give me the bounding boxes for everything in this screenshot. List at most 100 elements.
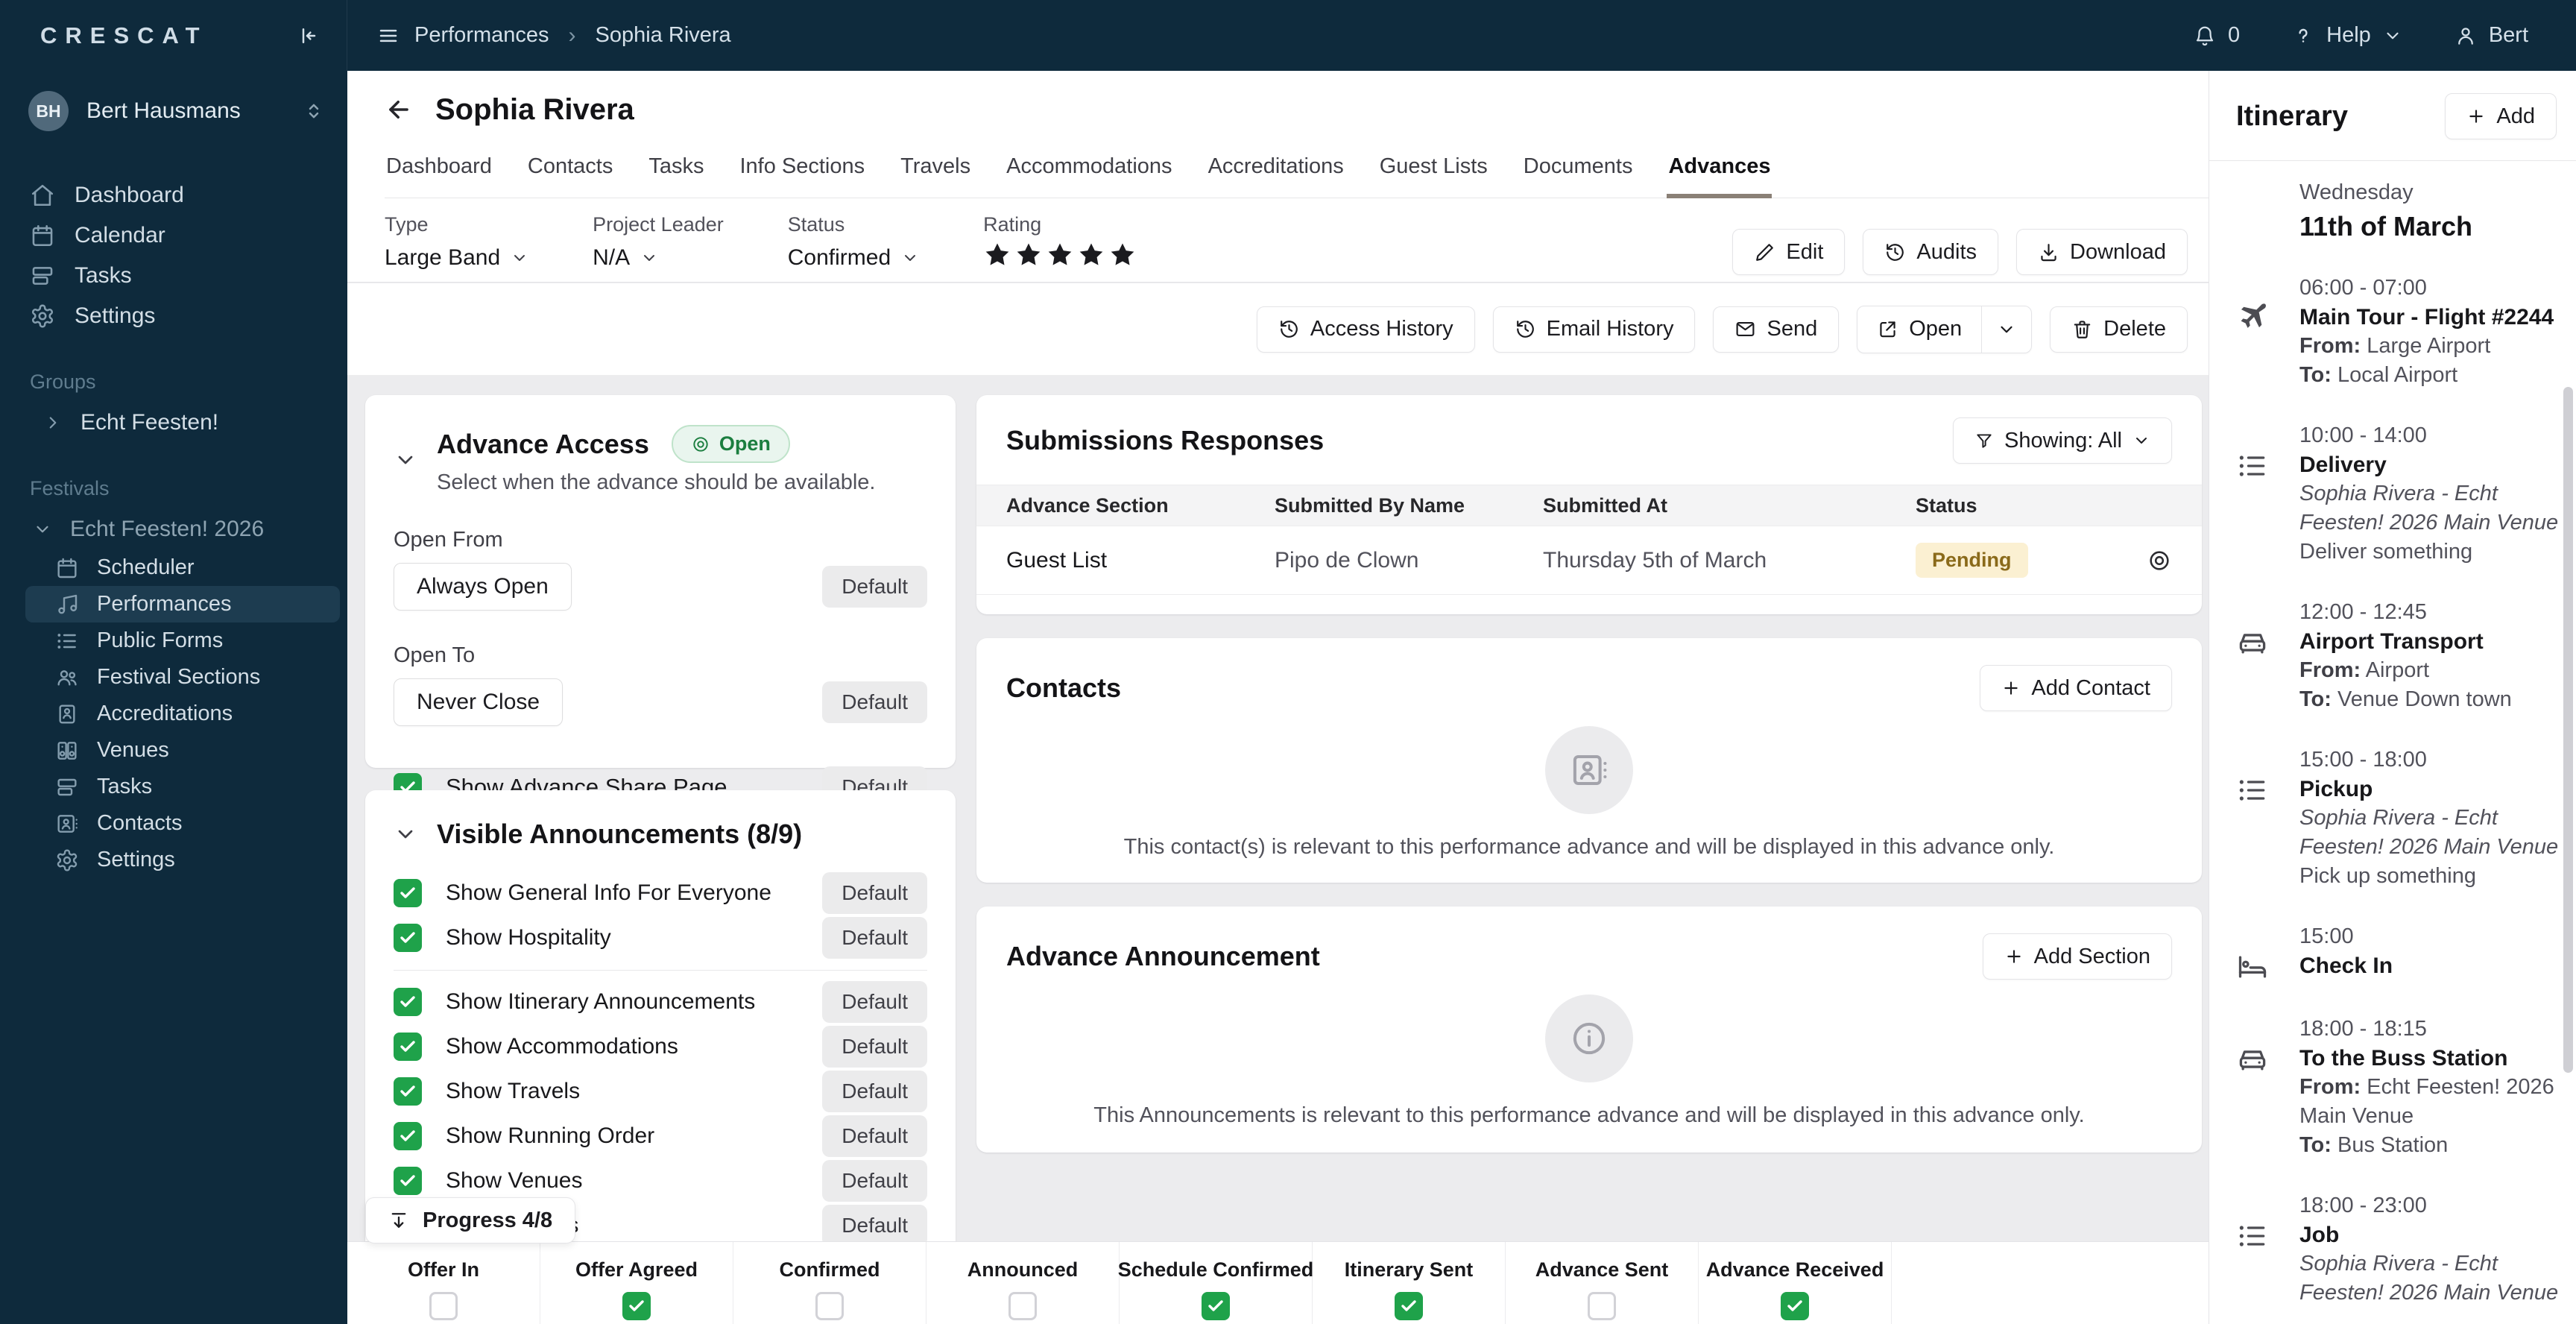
advance-access-title: Advance Access	[437, 428, 649, 459]
status-label: Schedule Confirmed	[1117, 1258, 1314, 1281]
open-dropdown-caret[interactable]	[1981, 306, 2031, 353]
itinerary-add-button[interactable]: Add	[2445, 93, 2557, 139]
open-from-value-button[interactable]: Always Open	[394, 563, 572, 611]
sidebar-festival-item[interactable]: Public Forms	[0, 622, 347, 659]
question-icon	[2292, 25, 2314, 47]
tab[interactable]: Accommodations	[1005, 142, 1173, 198]
sidebar-festival-item[interactable]: Settings	[0, 842, 347, 878]
audits-button[interactable]: Audits	[1863, 229, 1999, 275]
sidebar-festival-item[interactable]: Tasks	[0, 769, 347, 805]
sidebar-collapse-icon[interactable]	[296, 25, 318, 47]
star-icon[interactable]	[983, 241, 1011, 269]
rating-stars[interactable]	[983, 241, 1137, 269]
itinerary-entry[interactable]: 18:00 - 18:15 To the Buss Station From: …	[2236, 1015, 2560, 1160]
table-row[interactable]: Guest List Pipo de Clown Thursday 5th of…	[976, 526, 2202, 595]
announcement-checkbox[interactable]	[394, 1167, 422, 1195]
tab[interactable]: Accreditations	[1207, 142, 1345, 198]
sidebar-festival-item[interactable]: Festival Sections	[0, 659, 347, 696]
tab[interactable]: Tasks	[647, 142, 705, 198]
festival-item-icon	[55, 775, 79, 799]
edit-button[interactable]: Edit	[1732, 229, 1846, 275]
tab[interactable]: Dashboard	[385, 142, 493, 198]
sidebar-group-item[interactable]: Echt Feesten!	[0, 403, 347, 443]
sidebar-item[interactable]: Settings	[0, 296, 347, 336]
itinerary-entry[interactable]: 06:00 - 07:00 Main Tour - Flight #2244 F…	[2236, 274, 2560, 390]
tab[interactable]: Documents	[1522, 142, 1635, 198]
star-icon[interactable]	[1014, 241, 1043, 269]
itinerary-entry[interactable]: 10:00 - 14:00 Delivery Sophia Rivera - E…	[2236, 421, 2560, 567]
scrollbar-thumb[interactable]	[2563, 387, 2573, 1073]
user-menu[interactable]: Bert	[2455, 23, 2528, 48]
status-checkbox[interactable]	[429, 1292, 458, 1320]
star-icon[interactable]	[1108, 241, 1137, 269]
status-cell: Offer Agreed	[540, 1242, 733, 1324]
status-checkbox[interactable]	[1395, 1292, 1423, 1320]
announcement-row: Show Running Order Default	[394, 1114, 927, 1158]
announcement-checkbox[interactable]	[394, 988, 422, 1016]
itinerary-entry[interactable]: 12:00 - 12:45 Airport Transport From: Ai…	[2236, 598, 2560, 714]
cell-advance-section: Guest List	[1006, 547, 1108, 573]
status-checkbox[interactable]	[1781, 1292, 1809, 1320]
back-button[interactable]	[385, 95, 413, 124]
sidebar-festival-item[interactable]: Venues	[0, 732, 347, 769]
status-checkbox[interactable]	[1202, 1292, 1230, 1320]
announcement-checkbox[interactable]	[394, 1122, 422, 1150]
help-menu[interactable]: Help	[2292, 23, 2402, 48]
announcement-checkbox[interactable]	[394, 879, 422, 907]
notifications-button[interactable]: 0	[2194, 23, 2240, 48]
add-section-button[interactable]: Add Section	[1982, 933, 2172, 980]
status-checkbox[interactable]	[1588, 1292, 1616, 1320]
sidebar-item-label: Settings	[75, 303, 156, 328]
access-history-button[interactable]: Access History	[1256, 306, 1475, 353]
itinerary-entry[interactable]: 18:00 - 23:00 Job Sophia Rivera - Echt F…	[2236, 1191, 2560, 1308]
star-icon[interactable]	[1046, 241, 1074, 269]
open-to-label: Open To	[394, 643, 476, 667]
announcement-empty-text: This Announcements is relevant to this p…	[1093, 1103, 2085, 1127]
open-to-value-button[interactable]: Never Close	[394, 678, 564, 726]
sidebar-item[interactable]: Dashboard	[0, 175, 347, 215]
status-checkbox[interactable]	[622, 1292, 651, 1320]
breadcrumb-menu-icon[interactable]	[377, 25, 400, 47]
filter-value-dropdown[interactable]: Confirmed	[788, 245, 919, 271]
collapse-chevron-icon[interactable]	[394, 822, 417, 846]
filter-value-dropdown[interactable]: Large Band	[385, 245, 528, 271]
sidebar-user-switcher[interactable]: BH Bert Hausmans	[0, 89, 347, 133]
progress-label: Progress 4/8	[423, 1208, 553, 1232]
sidebar-festival-item[interactable]: Scheduler	[0, 549, 347, 586]
tab[interactable]: Guest Lists	[1378, 142, 1489, 198]
itinerary-entry[interactable]: 15:00 - 18:00 Pickup Sophia Rivera - Ech…	[2236, 745, 2560, 891]
view-submission-icon[interactable]	[2147, 548, 2172, 573]
status-checkbox[interactable]	[1008, 1292, 1037, 1320]
sidebar-item[interactable]: Calendar	[0, 215, 347, 256]
announcement-checkbox[interactable]	[394, 1033, 422, 1061]
status-checkbox[interactable]	[815, 1292, 844, 1320]
sidebar-festival-item[interactable]: Accreditations	[0, 696, 347, 732]
send-button[interactable]: Send	[1713, 306, 1840, 353]
festival-header[interactable]: Echt Feesten! 2026	[0, 509, 347, 549]
tab[interactable]: Contacts	[526, 142, 614, 198]
itinerary-entry[interactable]: 15:00 Check In From: To:	[2236, 922, 2560, 983]
sidebar-item[interactable]: Tasks	[0, 256, 347, 296]
progress-pill-button[interactable]: Progress 4/8	[365, 1197, 576, 1243]
sidebar-festival-item[interactable]: Contacts	[0, 805, 347, 842]
email-history-button[interactable]: Email History	[1492, 306, 1696, 353]
collapse-chevron-icon[interactable]	[394, 448, 417, 472]
delete-button[interactable]: Delete	[2050, 306, 2188, 353]
breadcrumb-section[interactable]: Performances	[414, 23, 549, 48]
tab[interactable]: Travels	[899, 142, 972, 198]
tab[interactable]: Info Sections	[738, 142, 866, 198]
entry-to: To: Local Airport	[2299, 363, 2458, 387]
star-icon[interactable]	[1077, 241, 1105, 269]
filter-label: Type	[385, 213, 429, 236]
sidebar-festival-item[interactable]: Performances	[25, 586, 340, 622]
announcement-checkbox[interactable]	[394, 1077, 422, 1106]
download-button[interactable]: Download	[2016, 229, 2188, 275]
add-contact-button[interactable]: Add Contact	[1980, 665, 2172, 711]
plus-icon	[2001, 678, 2021, 698]
showing-filter-button[interactable]: Showing: All	[1953, 417, 2172, 464]
filter-value-dropdown[interactable]: N/A	[593, 245, 724, 271]
info-icon	[1569, 1018, 1609, 1059]
tab[interactable]: Advances	[1667, 142, 1772, 198]
open-button[interactable]: Open	[1857, 306, 1981, 353]
announcement-checkbox[interactable]	[394, 923, 422, 952]
